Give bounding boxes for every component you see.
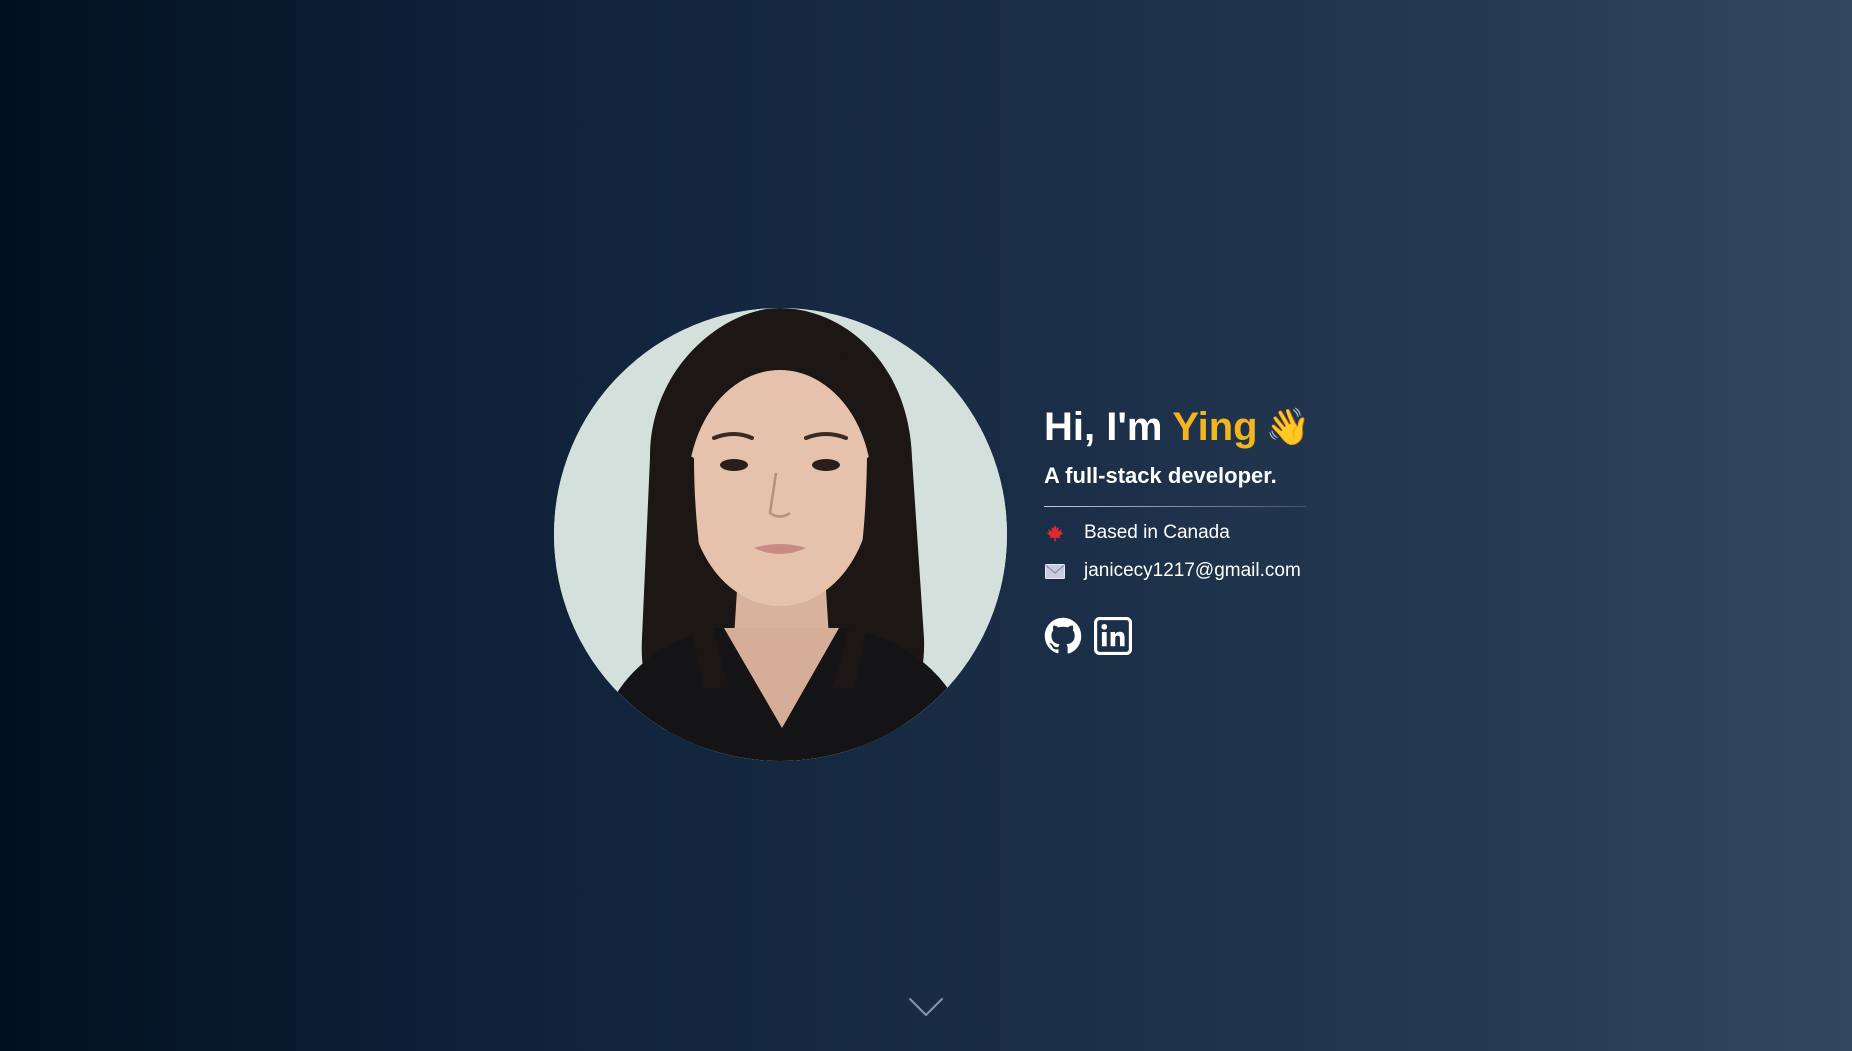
profile-photo xyxy=(554,308,1007,761)
email-row: janicecy1217@gmail.com xyxy=(1044,559,1314,583)
location-row: Based in Canada xyxy=(1044,521,1314,545)
github-icon[interactable] xyxy=(1044,617,1082,655)
chevron-down-icon[interactable] xyxy=(908,996,944,1018)
linkedin-icon[interactable] xyxy=(1094,617,1132,655)
maple-leaf-icon xyxy=(1044,522,1066,544)
location-text: Based in Canada xyxy=(1084,522,1230,543)
social-links xyxy=(1044,617,1314,655)
hero-section: Hi, I'm Ying 👋 A full-stack developer. B… xyxy=(554,308,1314,763)
email-link[interactable]: janicecy1217@gmail.com xyxy=(1084,559,1301,583)
waving-hand-icon: 👋 xyxy=(1265,406,1311,447)
intro-panel: Hi, I'm Ying 👋 A full-stack developer. B… xyxy=(1044,404,1314,655)
divider xyxy=(1044,506,1306,507)
name-highlight: Ying xyxy=(1172,405,1258,449)
greeting-heading: Hi, I'm Ying 👋 xyxy=(1044,404,1314,450)
tagline: A full-stack developer. xyxy=(1044,463,1277,488)
envelope-icon xyxy=(1044,560,1066,582)
greeting-prefix: Hi, I'm xyxy=(1044,405,1163,449)
